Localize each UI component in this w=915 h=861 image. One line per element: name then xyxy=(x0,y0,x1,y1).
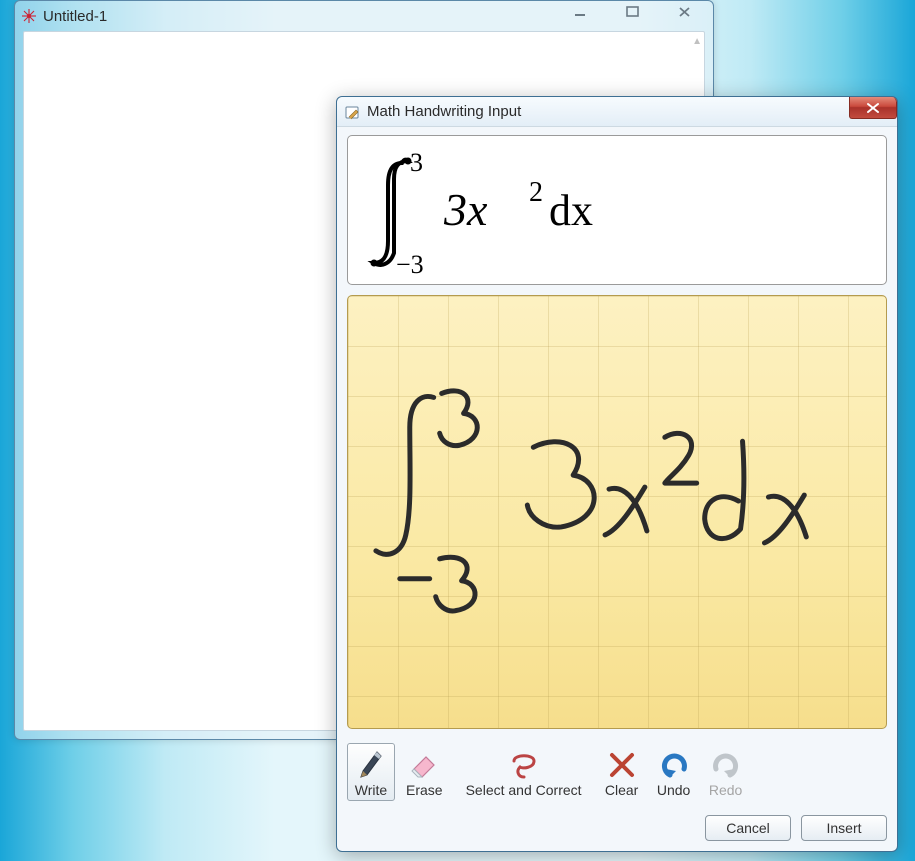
clear-x-icon xyxy=(606,748,638,782)
redo-icon xyxy=(710,748,742,782)
undo-tool[interactable]: Undo xyxy=(650,743,698,801)
pencil-note-icon xyxy=(345,104,361,120)
upper-limit: 3 xyxy=(410,148,423,177)
select-correct-label: Select and Correct xyxy=(466,782,582,798)
insert-button[interactable]: Insert xyxy=(801,815,887,841)
close-button[interactable] xyxy=(671,3,699,21)
clear-tool[interactable]: Clear xyxy=(598,743,646,801)
notebook-title: Untitled-1 xyxy=(43,8,107,25)
minimize-button[interactable] xyxy=(567,3,595,21)
redo-tool[interactable]: Redo xyxy=(702,743,750,801)
eraser-icon xyxy=(408,748,440,782)
write-label: Write xyxy=(355,782,387,798)
scroll-up-icon[interactable]: ▲ xyxy=(692,36,702,47)
integrand: 3x xyxy=(443,184,488,235)
dialog-actions: Cancel Insert xyxy=(347,815,887,841)
recognition-preview: 3 −3 3x 2 dx xyxy=(347,135,887,285)
lower-limit: −3 xyxy=(396,250,424,275)
lasso-icon xyxy=(508,748,540,782)
undo-label: Undo xyxy=(657,782,690,798)
undo-icon xyxy=(658,748,690,782)
dialog-close-button[interactable] xyxy=(849,97,897,119)
select-correct-tool[interactable]: Select and Correct xyxy=(454,743,594,801)
exponent: 2 xyxy=(529,177,543,208)
write-tool[interactable]: Write xyxy=(347,743,395,801)
erase-tool[interactable]: Erase xyxy=(399,743,450,801)
notebook-window-controls xyxy=(557,0,713,21)
ink-strokes xyxy=(348,296,886,728)
clear-label: Clear xyxy=(605,782,638,798)
app-icon xyxy=(21,8,37,24)
handwriting-canvas[interactable] xyxy=(347,295,887,729)
toolbar: Write Erase Select and C xyxy=(347,739,887,801)
cancel-button[interactable]: Cancel xyxy=(705,815,791,841)
erase-label: Erase xyxy=(406,782,443,798)
maximize-button[interactable] xyxy=(619,3,647,21)
redo-label: Redo xyxy=(709,782,742,798)
dialog-title: Math Handwriting Input xyxy=(367,103,521,120)
dialog-titlebar[interactable]: Math Handwriting Input xyxy=(337,97,897,127)
math-input-dialog: Math Handwriting Input 3 −3 3x 2 dx xyxy=(336,96,898,852)
differential: dx xyxy=(549,186,593,235)
pen-icon xyxy=(355,748,387,782)
